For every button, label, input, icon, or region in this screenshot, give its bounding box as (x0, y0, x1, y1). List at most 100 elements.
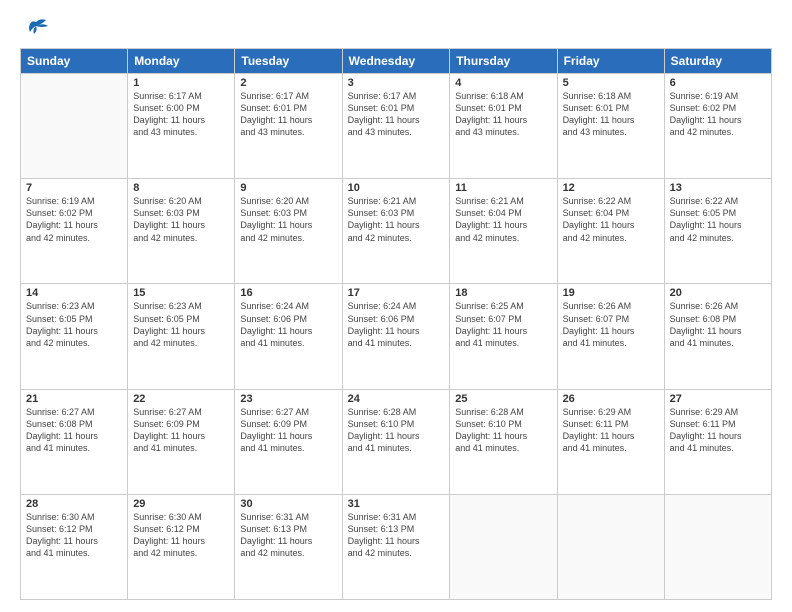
calendar-day-header: Saturday (664, 49, 771, 74)
calendar-cell: 12Sunrise: 6:22 AM Sunset: 6:04 PM Dayli… (557, 179, 664, 284)
day-number: 7 (26, 182, 122, 194)
calendar-cell: 3Sunrise: 6:17 AM Sunset: 6:01 PM Daylig… (342, 74, 450, 179)
calendar-cell: 7Sunrise: 6:19 AM Sunset: 6:02 PM Daylig… (21, 179, 128, 284)
calendar-cell: 4Sunrise: 6:18 AM Sunset: 6:01 PM Daylig… (450, 74, 557, 179)
calendar-cell: 29Sunrise: 6:30 AM Sunset: 6:12 PM Dayli… (128, 494, 235, 599)
calendar-week-row: 28Sunrise: 6:30 AM Sunset: 6:12 PM Dayli… (21, 494, 772, 599)
day-number: 18 (455, 287, 551, 299)
day-number: 23 (240, 393, 336, 405)
calendar-cell: 20Sunrise: 6:26 AM Sunset: 6:08 PM Dayli… (664, 284, 771, 389)
day-number: 2 (240, 77, 336, 89)
cell-details: Sunrise: 6:17 AM Sunset: 6:00 PM Dayligh… (133, 90, 229, 139)
cell-details: Sunrise: 6:27 AM Sunset: 6:08 PM Dayligh… (26, 406, 122, 455)
day-number: 10 (348, 182, 445, 194)
calendar-day-header: Wednesday (342, 49, 450, 74)
calendar-week-row: 7Sunrise: 6:19 AM Sunset: 6:02 PM Daylig… (21, 179, 772, 284)
day-number: 22 (133, 393, 229, 405)
cell-details: Sunrise: 6:29 AM Sunset: 6:11 PM Dayligh… (670, 406, 766, 455)
cell-details: Sunrise: 6:19 AM Sunset: 6:02 PM Dayligh… (670, 90, 766, 139)
day-number: 12 (563, 182, 659, 194)
calendar-cell: 21Sunrise: 6:27 AM Sunset: 6:08 PM Dayli… (21, 389, 128, 494)
calendar-cell: 26Sunrise: 6:29 AM Sunset: 6:11 PM Dayli… (557, 389, 664, 494)
calendar-cell: 30Sunrise: 6:31 AM Sunset: 6:13 PM Dayli… (235, 494, 342, 599)
day-number: 21 (26, 393, 122, 405)
cell-details: Sunrise: 6:17 AM Sunset: 6:01 PM Dayligh… (240, 90, 336, 139)
cell-details: Sunrise: 6:24 AM Sunset: 6:06 PM Dayligh… (240, 300, 336, 349)
cell-details: Sunrise: 6:30 AM Sunset: 6:12 PM Dayligh… (133, 511, 229, 560)
day-number: 15 (133, 287, 229, 299)
calendar-cell: 17Sunrise: 6:24 AM Sunset: 6:06 PM Dayli… (342, 284, 450, 389)
day-number: 6 (670, 77, 766, 89)
calendar-cell: 2Sunrise: 6:17 AM Sunset: 6:01 PM Daylig… (235, 74, 342, 179)
cell-details: Sunrise: 6:29 AM Sunset: 6:11 PM Dayligh… (563, 406, 659, 455)
cell-details: Sunrise: 6:28 AM Sunset: 6:10 PM Dayligh… (455, 406, 551, 455)
calendar-cell: 15Sunrise: 6:23 AM Sunset: 6:05 PM Dayli… (128, 284, 235, 389)
day-number: 20 (670, 287, 766, 299)
calendar-cell: 8Sunrise: 6:20 AM Sunset: 6:03 PM Daylig… (128, 179, 235, 284)
cell-details: Sunrise: 6:23 AM Sunset: 6:05 PM Dayligh… (26, 300, 122, 349)
cell-details: Sunrise: 6:22 AM Sunset: 6:04 PM Dayligh… (563, 195, 659, 244)
cell-details: Sunrise: 6:22 AM Sunset: 6:05 PM Dayligh… (670, 195, 766, 244)
day-number: 9 (240, 182, 336, 194)
day-number: 3 (348, 77, 445, 89)
day-number: 1 (133, 77, 229, 89)
calendar-cell (664, 494, 771, 599)
cell-details: Sunrise: 6:24 AM Sunset: 6:06 PM Dayligh… (348, 300, 445, 349)
calendar-cell: 13Sunrise: 6:22 AM Sunset: 6:05 PM Dayli… (664, 179, 771, 284)
day-number: 11 (455, 182, 551, 194)
cell-details: Sunrise: 6:31 AM Sunset: 6:13 PM Dayligh… (240, 511, 336, 560)
logo-bird-icon (22, 18, 50, 40)
day-number: 29 (133, 498, 229, 510)
calendar-cell: 18Sunrise: 6:25 AM Sunset: 6:07 PM Dayli… (450, 284, 557, 389)
day-number: 25 (455, 393, 551, 405)
day-number: 4 (455, 77, 551, 89)
calendar-cell: 25Sunrise: 6:28 AM Sunset: 6:10 PM Dayli… (450, 389, 557, 494)
calendar-cell: 5Sunrise: 6:18 AM Sunset: 6:01 PM Daylig… (557, 74, 664, 179)
calendar-day-header: Friday (557, 49, 664, 74)
cell-details: Sunrise: 6:31 AM Sunset: 6:13 PM Dayligh… (348, 511, 445, 560)
cell-details: Sunrise: 6:27 AM Sunset: 6:09 PM Dayligh… (240, 406, 336, 455)
calendar-header-row: SundayMondayTuesdayWednesdayThursdayFrid… (21, 49, 772, 74)
day-number: 14 (26, 287, 122, 299)
calendar-cell: 27Sunrise: 6:29 AM Sunset: 6:11 PM Dayli… (664, 389, 771, 494)
calendar-cell: 31Sunrise: 6:31 AM Sunset: 6:13 PM Dayli… (342, 494, 450, 599)
calendar-cell (557, 494, 664, 599)
calendar-cell: 1Sunrise: 6:17 AM Sunset: 6:00 PM Daylig… (128, 74, 235, 179)
cell-details: Sunrise: 6:17 AM Sunset: 6:01 PM Dayligh… (348, 90, 445, 139)
cell-details: Sunrise: 6:19 AM Sunset: 6:02 PM Dayligh… (26, 195, 122, 244)
cell-details: Sunrise: 6:28 AM Sunset: 6:10 PM Dayligh… (348, 406, 445, 455)
day-number: 8 (133, 182, 229, 194)
calendar-cell: 16Sunrise: 6:24 AM Sunset: 6:06 PM Dayli… (235, 284, 342, 389)
day-number: 31 (348, 498, 445, 510)
calendar-cell (450, 494, 557, 599)
calendar-cell: 22Sunrise: 6:27 AM Sunset: 6:09 PM Dayli… (128, 389, 235, 494)
cell-details: Sunrise: 6:27 AM Sunset: 6:09 PM Dayligh… (133, 406, 229, 455)
calendar-cell: 24Sunrise: 6:28 AM Sunset: 6:10 PM Dayli… (342, 389, 450, 494)
calendar-body: 1Sunrise: 6:17 AM Sunset: 6:00 PM Daylig… (21, 74, 772, 600)
header (20, 18, 772, 40)
calendar-cell: 9Sunrise: 6:20 AM Sunset: 6:03 PM Daylig… (235, 179, 342, 284)
cell-details: Sunrise: 6:18 AM Sunset: 6:01 PM Dayligh… (563, 90, 659, 139)
calendar-day-header: Sunday (21, 49, 128, 74)
day-number: 26 (563, 393, 659, 405)
calendar-cell: 14Sunrise: 6:23 AM Sunset: 6:05 PM Dayli… (21, 284, 128, 389)
calendar-cell: 23Sunrise: 6:27 AM Sunset: 6:09 PM Dayli… (235, 389, 342, 494)
day-number: 30 (240, 498, 336, 510)
day-number: 27 (670, 393, 766, 405)
calendar-day-header: Tuesday (235, 49, 342, 74)
calendar-week-row: 14Sunrise: 6:23 AM Sunset: 6:05 PM Dayli… (21, 284, 772, 389)
calendar-table: SundayMondayTuesdayWednesdayThursdayFrid… (20, 48, 772, 600)
cell-details: Sunrise: 6:21 AM Sunset: 6:04 PM Dayligh… (455, 195, 551, 244)
logo (20, 18, 52, 40)
day-number: 24 (348, 393, 445, 405)
calendar-week-row: 1Sunrise: 6:17 AM Sunset: 6:00 PM Daylig… (21, 74, 772, 179)
day-number: 19 (563, 287, 659, 299)
calendar-cell: 11Sunrise: 6:21 AM Sunset: 6:04 PM Dayli… (450, 179, 557, 284)
day-number: 5 (563, 77, 659, 89)
page: SundayMondayTuesdayWednesdayThursdayFrid… (0, 0, 792, 612)
day-number: 16 (240, 287, 336, 299)
cell-details: Sunrise: 6:26 AM Sunset: 6:07 PM Dayligh… (563, 300, 659, 349)
calendar-cell: 28Sunrise: 6:30 AM Sunset: 6:12 PM Dayli… (21, 494, 128, 599)
calendar-cell: 10Sunrise: 6:21 AM Sunset: 6:03 PM Dayli… (342, 179, 450, 284)
calendar-cell: 6Sunrise: 6:19 AM Sunset: 6:02 PM Daylig… (664, 74, 771, 179)
